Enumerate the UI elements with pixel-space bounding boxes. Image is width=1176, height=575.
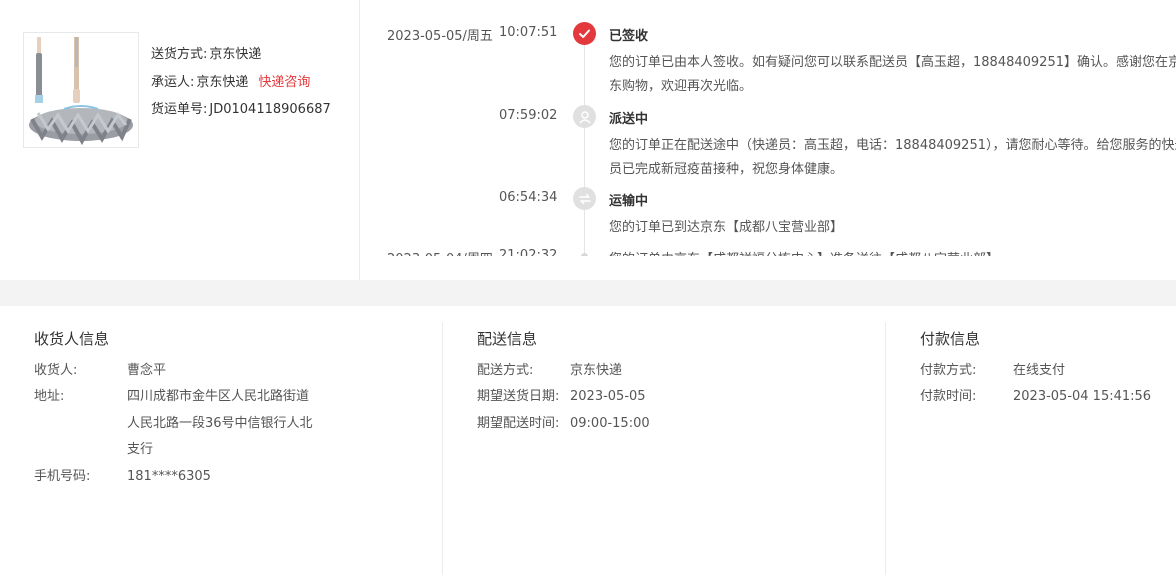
courier-icon <box>573 105 596 128</box>
delivery-method: 京东快递 <box>570 363 623 378</box>
tracking-label: 货运单号: <box>151 102 208 117</box>
delivery-method-label: 配送方式: <box>477 363 534 378</box>
product-image[interactable] <box>23 32 139 148</box>
receiver-phone-label: 手机号码: <box>34 469 91 484</box>
timeline-status: 已签收 <box>609 29 649 44</box>
shipping-method-value: 京东快递 <box>209 47 262 62</box>
carrier-row: 承运人: 京东快递 快递咨询 <box>151 73 331 101</box>
delivery-method-row: 配送方式: 京东快递 <box>477 358 622 384</box>
timeline-time: 06:54:34 <box>499 190 558 205</box>
check-icon <box>573 22 596 45</box>
tracking-row: 货运单号: JD0104118906687 <box>151 100 331 128</box>
payment-method: 在线支付 <box>1013 363 1066 378</box>
courier-inquiry-link[interactable]: 快递咨询 <box>258 75 310 90</box>
delivery-date-label: 期望送货日期: <box>477 389 560 404</box>
timeline-status: 派送中 <box>609 112 649 127</box>
receiver-name-label: 收货人: <box>34 363 78 378</box>
timeline-time: 21:02:32 <box>499 248 558 256</box>
delivery-date-row: 期望送货日期: 2023-05-05 <box>477 384 646 410</box>
receiver-name-row: 收货人: 曹念平 <box>34 358 166 384</box>
timeline-date: 2023-05-04/周四 <box>387 248 493 256</box>
payment-time-row: 付款时间: 2023-05-04 15:41:56 <box>920 384 1151 410</box>
timeline-description: 您的订单正在配送途中（快递员：高玉超，电话：18848409251），请您耐心等… <box>609 138 1176 177</box>
payment-time: 2023-05-04 15:41:56 <box>1013 389 1152 404</box>
transit-icon <box>573 187 596 210</box>
receiver-phone-row: 手机号码: 181****6305 <box>34 464 211 490</box>
delivery-time-row: 期望配送时间: 09:00-15:00 <box>477 411 650 437</box>
timeline-time: 07:59:02 <box>499 108 558 123</box>
receiver-info: 收货人信息 收货人: 曹念平 地址: 四川成都市金牛区人民北路街道人民北路一段36号… <box>0 322 443 575</box>
receiver-address: 四川成都市金牛区人民北路街道人民北路一段36号中信银行人北支行 <box>127 389 313 457</box>
delivery-title: 配送信息 <box>477 330 538 348</box>
carrier-value: 京东快递 <box>196 74 249 90</box>
payment-info: 付款信息 付款方式: 在线支付 付款时间: 2023-05-04 15:41:56 <box>886 322 1176 575</box>
payment-title: 付款信息 <box>920 330 981 348</box>
shipping-method-row: 送货方式: 京东快递 <box>151 45 331 73</box>
payment-method-row: 付款方式: 在线支付 <box>920 358 1065 384</box>
delivery-time: 09:00-15:00 <box>570 416 650 431</box>
timeline-description: 您的订单由京东【成都祥福分拣中心】准备送往【成都八宝营业部】 <box>609 248 1176 256</box>
shipment-panel: 送货方式: 京东快递 承运人: 京东快递 快递咨询 货运单号: JD0104118906… <box>0 0 360 280</box>
delivery-time-label: 期望配送时间: <box>477 416 560 431</box>
payment-time-label: 付款时间: <box>920 389 977 404</box>
shipment-info: 送货方式: 京东快递 承运人: 京东快递 快递咨询 货运单号: JD0104118906… <box>151 45 331 128</box>
shipping-method-label: 送货方式: <box>151 47 208 62</box>
timeline-time: 10:07:51 <box>499 25 558 40</box>
timeline-status: 运输中 <box>609 194 649 209</box>
payment-method-label: 付款方式: <box>920 363 977 378</box>
carrier-label: 承运人: <box>151 74 195 90</box>
timeline-description: 您的订单已到达京东【成都八宝营业部】 <box>609 220 844 235</box>
tracking-timeline[interactable]: 2023-05-05/周五 10:07:51 已签收 您的订单已由本人签收。如有… <box>360 0 1176 256</box>
logistics-section: 送货方式: 京东快递 承运人: 京东快递 快递咨询 货运单号: JD0104118906… <box>0 0 1176 280</box>
delivery-info: 配送信息 配送方式: 京东快递 期望送货日期: 2023-05-05 期望配送时间:… <box>443 322 886 575</box>
section-divider <box>0 280 1176 306</box>
receiver-title: 收货人信息 <box>34 330 110 348</box>
order-info-section: 收货人信息 收货人: 曹念平 地址: 四川成都市金牛区人民北路街道人民北路一段36号… <box>0 306 1176 575</box>
timeline-date: 2023-05-05/周五 <box>387 29 493 44</box>
receiver-address-row: 地址: 四川成都市金牛区人民北路街道人民北路一段36号中信银行人北支行 <box>34 384 317 464</box>
timeline-line <box>584 30 585 256</box>
dot-icon <box>581 253 588 256</box>
tracking-number: JD0104118906687 <box>209 102 331 117</box>
timeline-description: 您的订单已由本人签收。如有疑问您可以联系配送员【高玉超，18848409251】… <box>609 55 1176 94</box>
receiver-phone: 181****6305 <box>127 469 211 484</box>
receiver-name: 曹念平 <box>127 363 167 378</box>
delivery-date: 2023-05-05 <box>570 389 646 404</box>
receiver-address-label: 地址: <box>34 389 65 404</box>
mop-image <box>29 37 133 146</box>
